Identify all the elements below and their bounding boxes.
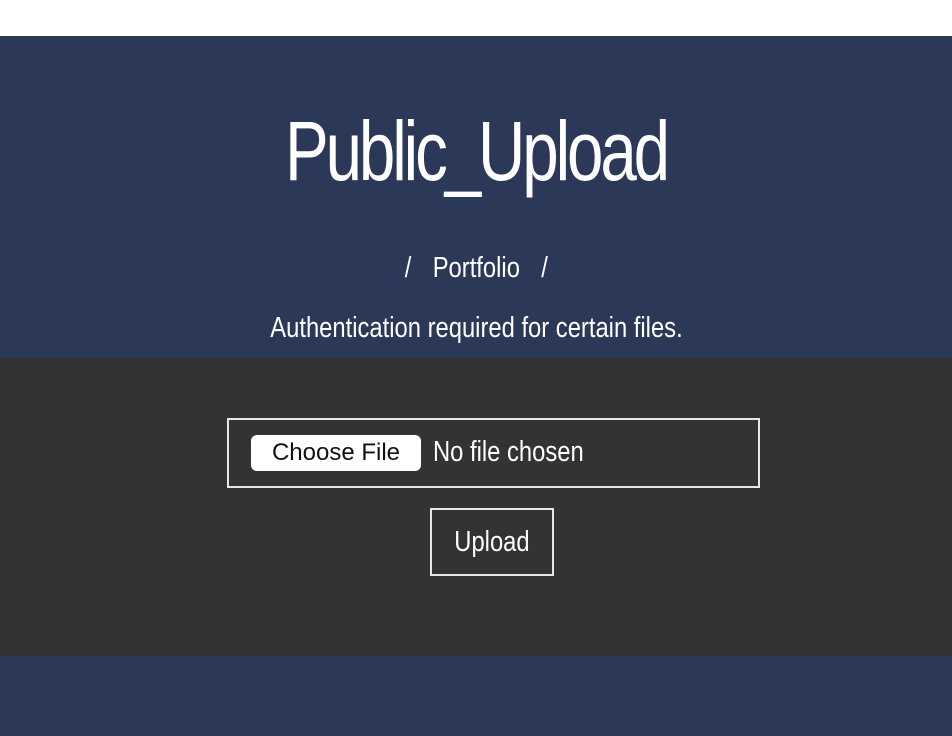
page-title: Public_Upload: [285, 104, 670, 198]
subtitle-text: Authentication required for certain file…: [269, 312, 683, 344]
breadcrumb: / Portfolio /: [0, 250, 952, 286]
upload-section: Choose File No file chosen Upload: [0, 358, 952, 656]
page-header: Public_Upload / Portfolio / Authenticati…: [0, 36, 952, 358]
upload-button-label: Upload: [454, 525, 530, 558]
page-footer: [0, 656, 952, 736]
breadcrumb-inner: / Portfolio /: [390, 250, 563, 286]
choose-file-button[interactable]: Choose File: [251, 435, 421, 471]
top-strip: [0, 0, 952, 36]
breadcrumb-separator: /: [404, 252, 412, 284]
file-input-box[interactable]: Choose File No file chosen: [227, 418, 760, 488]
upload-button[interactable]: Upload: [430, 508, 554, 576]
page-subtitle: Authentication required for certain file…: [0, 310, 952, 346]
breadcrumb-separator: /: [540, 252, 548, 284]
breadcrumb-item-portfolio[interactable]: Portfolio: [432, 252, 519, 284]
file-status-text: No file chosen: [433, 436, 584, 468]
